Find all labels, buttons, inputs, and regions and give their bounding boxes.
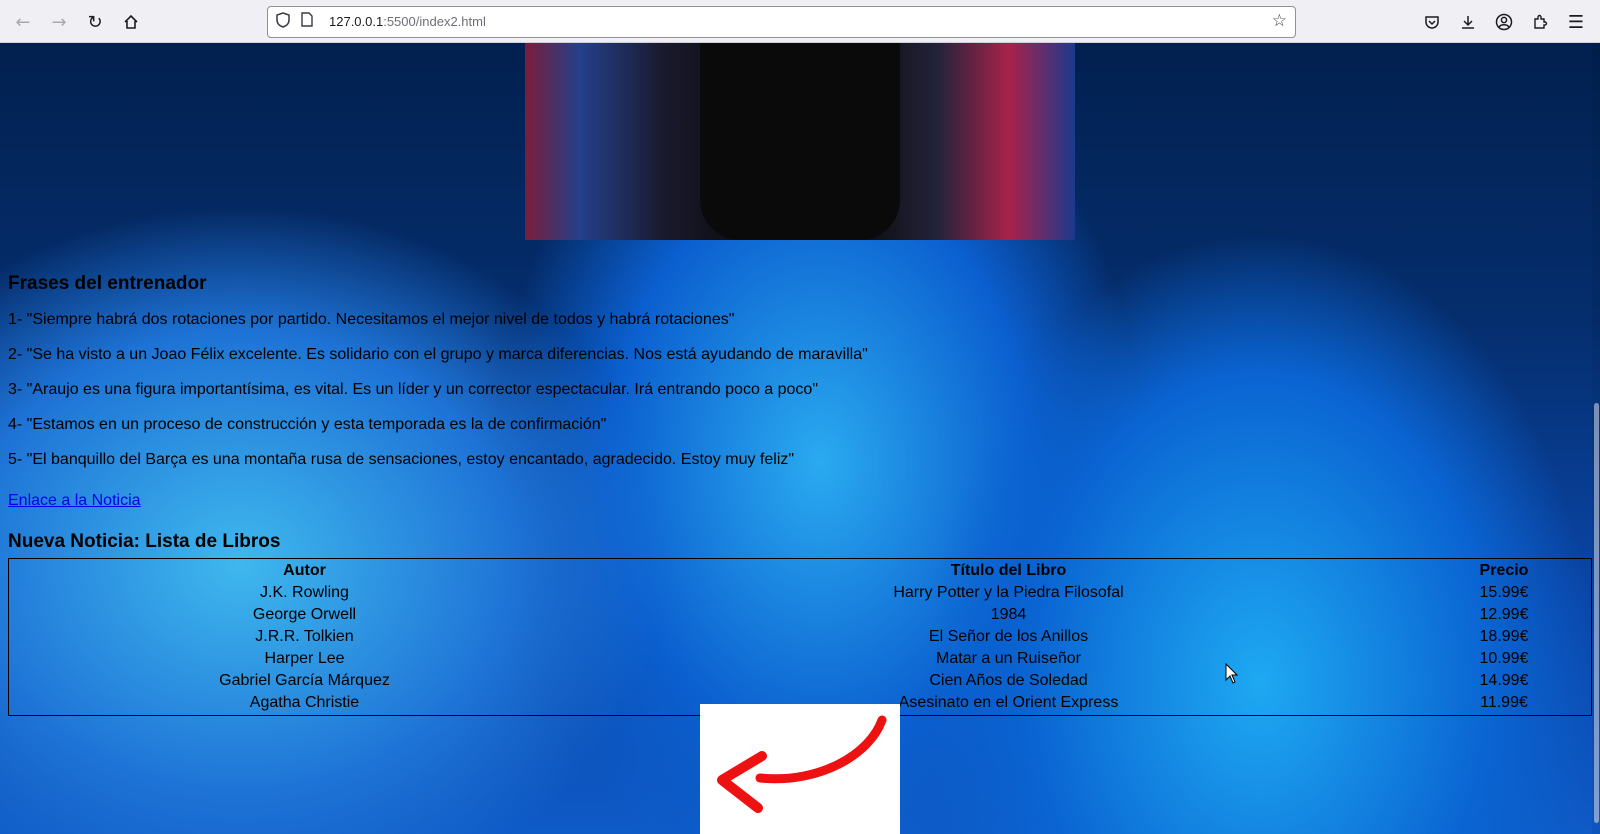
quote-4: 4- "Estamos en un proceso de construcció… <box>8 416 607 433</box>
pocket-icon[interactable] <box>1418 8 1446 36</box>
price-cell: 11.99€ <box>1480 694 1528 711</box>
photo-figure <box>700 43 900 240</box>
price-cell: 12.99€ <box>1479 606 1529 623</box>
table-header-row: Autor Título del Libro Precio <box>11 561 1589 581</box>
arrow-icon <box>717 715 887 813</box>
title-cell: 1984 <box>990 606 1027 623</box>
url-bar[interactable]: 127.0.0.1:5500/index2.html ☆ <box>267 6 1296 38</box>
header-price: Precio <box>1479 562 1529 579</box>
download-icon[interactable] <box>1454 8 1482 36</box>
quote-5: 5- "El banquillo del Barça es una montañ… <box>8 451 795 468</box>
title-cell: Harry Potter y la Piedra Filosofal <box>893 584 1124 601</box>
author-cell: J.R.R. Tolkien <box>255 628 354 645</box>
account-icon[interactable] <box>1490 8 1518 36</box>
books-table: Autor Título del Libro Precio J.K. Rowli… <box>8 558 1592 716</box>
url-text[interactable]: 127.0.0.1:5500/index2.html <box>329 14 486 29</box>
author-cell: Harper Lee <box>264 650 345 667</box>
scrollbar-thumb[interactable] <box>1594 403 1599 823</box>
table-row: George Orwell 1984 12.99€ <box>11 605 1589 625</box>
header-author: Autor <box>283 562 326 579</box>
quote-2: 2- "Se ha visto a un Joao Félix excelent… <box>8 346 868 363</box>
shield-icon[interactable] <box>276 12 290 32</box>
reload-icon[interactable]: ↻ <box>81 8 109 36</box>
title-cell: Matar a un Ruiseñor <box>936 650 1081 667</box>
author-cell: Agatha Christie <box>249 694 360 711</box>
author-cell: George Orwell <box>252 606 357 623</box>
table-row: Gabriel García Márquez Cien Años de Sole… <box>11 671 1589 691</box>
title-cell: Cien Años de Soledad <box>929 672 1088 689</box>
extensions-icon[interactable] <box>1526 8 1554 36</box>
table-row: J.K. Rowling Harry Potter y la Piedra Fi… <box>11 583 1589 603</box>
table-row: J.R.R. Tolkien El Señor de los Anillos 1… <box>11 627 1589 647</box>
title-cell: El Señor de los Anillos <box>928 628 1089 645</box>
mouse-cursor-icon <box>1225 663 1239 684</box>
menu-icon[interactable]: ☰ <box>1562 8 1590 36</box>
quote-3: 3- "Araujo es una figura importantísima,… <box>8 381 818 398</box>
header-title: Título del Libro <box>950 562 1067 579</box>
quotes-heading: Frases del entrenador <box>8 273 207 294</box>
coach-photo <box>525 43 1075 240</box>
page-viewport: Frases del entrenador 1- "Siempre habrá … <box>0 43 1600 834</box>
quote-1: 1- "Siempre habrá dos rotaciones por par… <box>8 311 735 328</box>
price-cell: 14.99€ <box>1479 672 1529 689</box>
news-link[interactable]: Enlace a la Noticia <box>8 492 141 510</box>
price-cell: 15.99€ <box>1479 584 1529 601</box>
bookmark-star-icon[interactable]: ☆ <box>1272 11 1287 31</box>
browser-toolbar: ← → ↻ 127.0.0.1:5500/index2.html ☆ ☰ <box>0 0 1600 43</box>
back-icon[interactable]: ← <box>9 8 37 36</box>
author-cell: J.K. Rowling <box>260 584 349 601</box>
price-cell: 18.99€ <box>1479 628 1529 645</box>
author-cell: Gabriel García Márquez <box>219 672 390 689</box>
back-arrow-image[interactable] <box>700 704 900 834</box>
home-icon[interactable] <box>117 8 145 36</box>
page-icon[interactable] <box>301 12 313 31</box>
books-heading: Nueva Noticia: Lista de Libros <box>8 531 281 552</box>
forward-icon[interactable]: → <box>45 8 73 36</box>
table-row: Harper Lee Matar a un Ruiseñor 10.99€ <box>11 649 1589 669</box>
price-cell: 10.99€ <box>1479 650 1529 667</box>
page-scrollbar[interactable] <box>1592 43 1600 834</box>
